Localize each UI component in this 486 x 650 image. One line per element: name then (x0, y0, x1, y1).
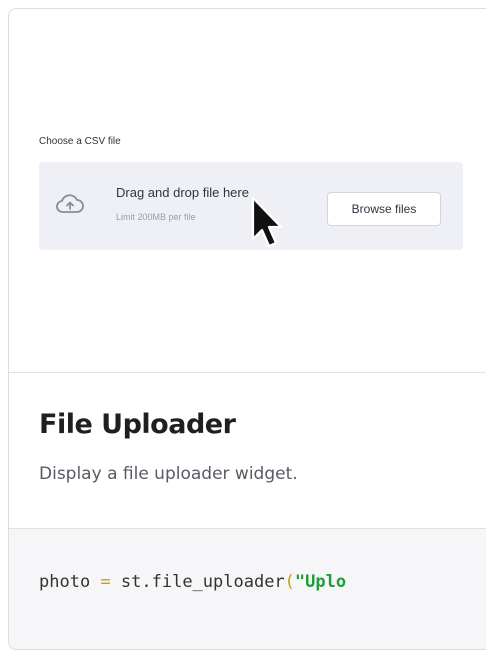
browse-files-button[interactable]: Browse files (327, 192, 441, 226)
pointer-cursor-icon (251, 196, 283, 248)
code-string-arg: "Uplo (294, 572, 347, 592)
code-operator: = (90, 572, 121, 592)
dropzone-title: Drag and drop file here (116, 185, 249, 200)
widget-card: Choose a CSV file Drag and drop file her… (8, 8, 486, 650)
component-summary: Display a file uploader widget. (39, 464, 298, 484)
code-snippet[interactable]: photo = st.file_uploader("Uplo (9, 529, 486, 649)
widget-preview: Choose a CSV file Drag and drop file her… (9, 9, 486, 373)
code-paren: ( (284, 572, 295, 592)
code-function-call: st.file_uploader (120, 572, 285, 592)
component-description: File Uploader Display a file uploader wi… (9, 373, 486, 529)
code-variable: photo (39, 572, 91, 592)
file-uploader-label: Choose a CSV file (39, 136, 121, 147)
dropzone-limit-text: Limit 200MB per file (116, 212, 196, 222)
code-line: photo = st.file_uploader("Uplo (39, 572, 346, 592)
component-title: File Uploader (39, 409, 236, 440)
cloud-upload-icon (56, 194, 84, 213)
